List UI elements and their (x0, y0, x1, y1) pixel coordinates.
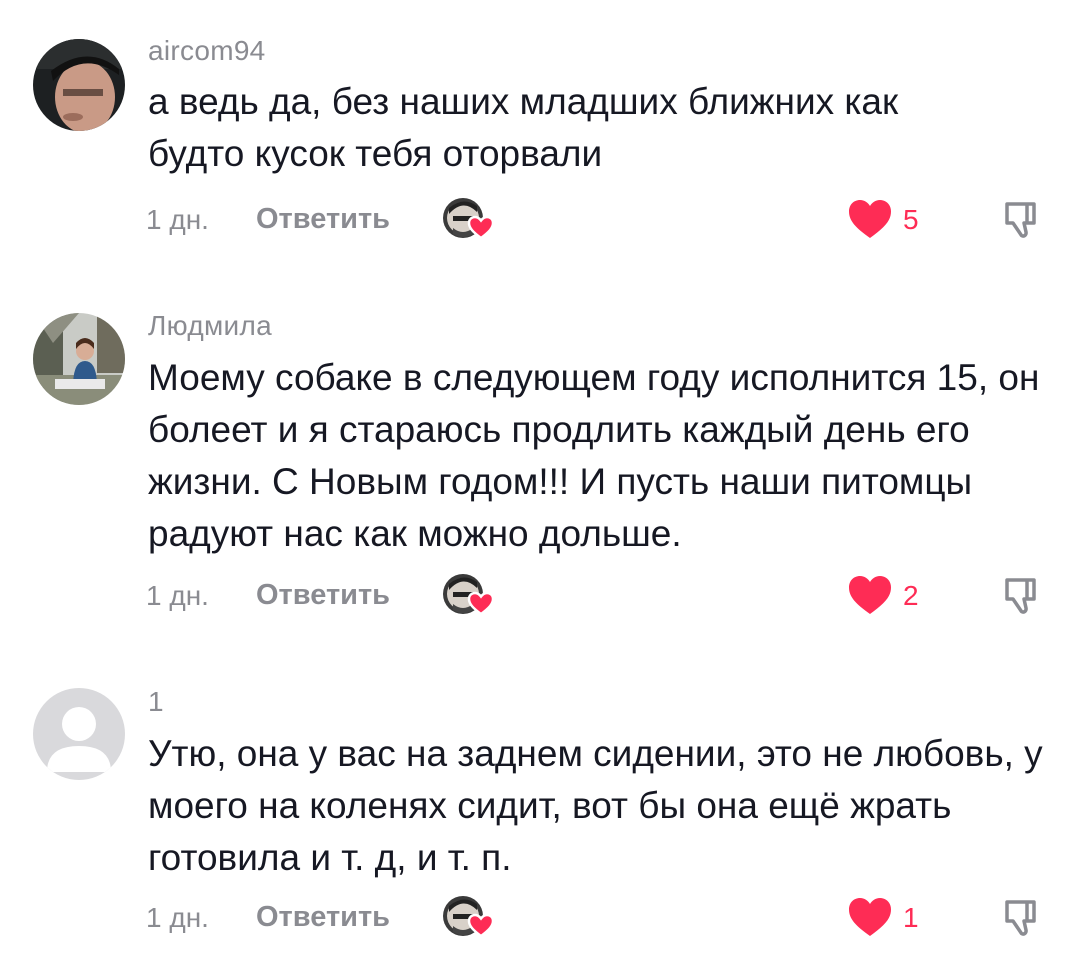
avatar[interactable] (33, 313, 125, 405)
comment-username[interactable]: 1 (148, 686, 164, 718)
comment-username[interactable]: aircom94 (148, 35, 266, 67)
like-count: 5 (903, 204, 919, 235)
dislike-icon[interactable] (1001, 199, 1043, 241)
comment-text: Моему собаке в следующем году исполнится… (148, 357, 1040, 554)
comment-time: 1 дн. (146, 902, 209, 933)
reply-button[interactable]: Ответить (256, 579, 390, 612)
like-heart-icon[interactable] (848, 575, 892, 615)
dislike-icon[interactable] (1001, 575, 1043, 617)
reply-button[interactable]: Ответить (256, 203, 390, 236)
comment-time: 1 дн. (146, 580, 209, 611)
comment-text: а ведь да, без наших младших ближних как… (148, 81, 899, 174)
comment-time: 1 дн. (146, 204, 209, 235)
default-avatar-icon (33, 688, 125, 780)
user-photo-avatar (33, 313, 125, 405)
avatar[interactable] (33, 688, 125, 780)
comment-actions: 1 дн. Ответить 5 (0, 196, 1080, 246)
comment-text: Утю, она у вас на заднем сидении, это не… (148, 733, 1043, 878)
like-count: 2 (903, 580, 919, 611)
creator-liked-icon (441, 572, 497, 618)
like-count: 1 (903, 902, 919, 933)
creator-liked-icon (441, 196, 497, 242)
like-heart-icon[interactable] (848, 897, 892, 937)
comment-actions: 1 дн. Ответить 2 (0, 572, 1080, 622)
avatar[interactable] (33, 39, 125, 131)
like-heart-icon[interactable] (848, 199, 892, 239)
comment-username[interactable]: Людмила (148, 310, 272, 342)
comment-actions: 1 дн. Ответить 1 (0, 894, 1080, 944)
dislike-icon[interactable] (1001, 897, 1043, 939)
reply-button[interactable]: Ответить (256, 901, 390, 934)
user-photo-avatar (33, 39, 125, 131)
creator-liked-icon (441, 894, 497, 940)
